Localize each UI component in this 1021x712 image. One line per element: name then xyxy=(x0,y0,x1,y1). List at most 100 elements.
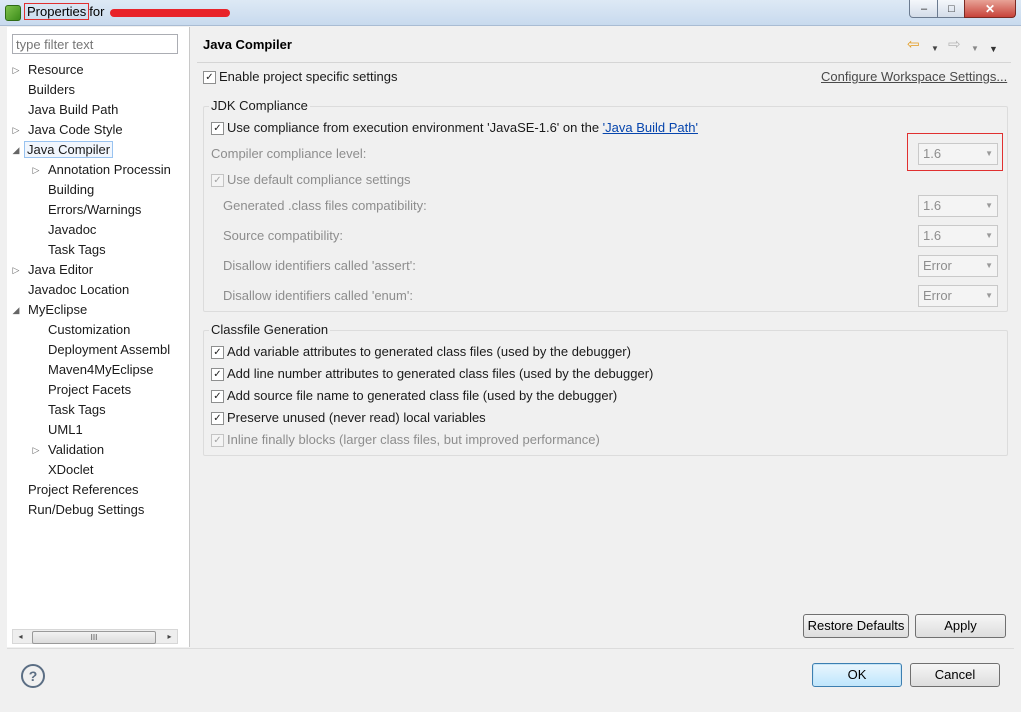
enable-project-settings-label: Enable project specific settings xyxy=(219,69,398,84)
classfile-option-checkbox[interactable]: ✓ xyxy=(211,434,224,447)
classfile-option-checkbox[interactable]: ✓ xyxy=(211,346,224,359)
tree-item-label: Deployment Assembl xyxy=(48,342,171,357)
tree-item[interactable]: Customization xyxy=(44,320,134,340)
view-menu-icon[interactable]: ▼ xyxy=(989,41,998,57)
classfile-option-checkbox[interactable]: ✓ xyxy=(211,368,224,381)
compliance-level-label: Compiler compliance level: xyxy=(211,146,367,161)
scroll-left-icon[interactable]: ◂ xyxy=(13,630,28,643)
tree-item[interactable]: ▷ Annotation Processin xyxy=(33,160,175,180)
back-dropdown-icon[interactable]: ▼ xyxy=(931,41,939,57)
classfile-option-label: Add source file name to generated class … xyxy=(227,388,618,403)
forward-arrow-icon[interactable]: ⇨ xyxy=(948,37,961,53)
tree-item[interactable]: Maven4MyEclipse xyxy=(44,360,158,380)
close-icon: ✕ xyxy=(984,1,996,16)
tree-item[interactable]: Javadoc Location xyxy=(24,280,133,300)
chevron-down-icon: ▼ xyxy=(985,201,993,210)
tree-item[interactable]: ▷ Resource xyxy=(13,60,88,80)
tree-item[interactable]: ◢ Java Compiler xyxy=(13,140,114,160)
tree-item-label: XDoclet xyxy=(48,462,94,477)
classfile-option-label: Add variable attributes to generated cla… xyxy=(227,344,631,359)
scroll-right-icon[interactable]: ▸ xyxy=(162,630,177,643)
collapsed-arrow-icon[interactable]: ▷ xyxy=(31,440,41,460)
tree-item[interactable]: ▷ Java Editor xyxy=(13,260,97,280)
collapsed-arrow-icon[interactable]: ▷ xyxy=(11,60,21,80)
tree-item-label: Resource xyxy=(28,62,84,77)
check-icon: ✓ xyxy=(213,123,222,134)
close-button[interactable]: ✕ xyxy=(964,0,1016,18)
tree-item[interactable]: Task Tags xyxy=(44,240,110,260)
tree-item[interactable]: Javadoc xyxy=(44,220,100,240)
tree-item-label: MyEclipse xyxy=(28,302,88,317)
tree-item[interactable]: ▷ Java Code Style xyxy=(13,120,127,140)
tree-item-label: Task Tags xyxy=(48,242,106,257)
tree-item-label: Task Tags xyxy=(48,402,106,417)
back-arrow-icon[interactable]: ⇦ xyxy=(907,37,920,53)
tree-item[interactable]: UML1 xyxy=(44,420,87,440)
configure-workspace-link[interactable]: Configure Workspace Settings... xyxy=(821,69,1007,85)
tree-item[interactable]: Project Facets xyxy=(44,380,135,400)
minimize-button[interactable]: – xyxy=(909,0,939,18)
jdk-setting-value: Error xyxy=(923,258,952,273)
use-compliance-checkbox[interactable]: ✓ xyxy=(211,122,224,135)
tree-item[interactable]: Errors/Warnings xyxy=(44,200,145,220)
tree-item-label: Java Build Path xyxy=(28,102,119,117)
tree-item-label: Javadoc Location xyxy=(28,282,130,297)
help-icon[interactable]: ? xyxy=(21,664,45,688)
jdk-setting-select[interactable]: 1.6 ▼ xyxy=(918,195,998,217)
tree-item[interactable]: ▷ Validation xyxy=(33,440,108,460)
filter-input[interactable] xyxy=(12,34,178,54)
tree-item-label: Annotation Processin xyxy=(48,162,171,177)
classfile-option-checkbox[interactable]: ✓ xyxy=(211,390,224,403)
chevron-down-icon: ▼ xyxy=(985,231,993,240)
java-build-path-link[interactable]: 'Java Build Path' xyxy=(603,120,698,135)
enable-project-settings-checkbox[interactable]: ✓ xyxy=(203,71,216,84)
classfile-option-label: Add line number attributes to generated … xyxy=(227,366,654,381)
collapsed-arrow-icon[interactable]: ▷ xyxy=(11,120,21,140)
jdk-setting-value: 1.6 xyxy=(923,228,942,243)
default-compliance-label: Use default compliance settings xyxy=(227,172,411,187)
tree-item[interactable]: Builders xyxy=(24,80,79,100)
tree-item-label: Customization xyxy=(48,322,131,337)
tree-item[interactable]: Project References xyxy=(24,480,143,500)
check-icon: ✓ xyxy=(213,175,222,186)
tree-item[interactable]: XDoclet xyxy=(44,460,98,480)
collapsed-arrow-icon[interactable]: ▷ xyxy=(11,260,21,280)
maximize-button[interactable]: □ xyxy=(937,0,966,18)
check-icon: ✓ xyxy=(213,369,222,380)
compliance-level-select[interactable]: 1.6 ▼ xyxy=(918,143,998,165)
collapsed-arrow-icon[interactable]: ▷ xyxy=(31,160,41,180)
scroll-thumb[interactable]: III xyxy=(32,631,156,644)
check-icon: ✓ xyxy=(213,435,222,446)
ok-button[interactable]: OK xyxy=(812,663,902,687)
tree-item[interactable]: ◢ MyEclipse xyxy=(13,300,91,320)
classfile-option-checkbox[interactable]: ✓ xyxy=(211,412,224,425)
tree-item[interactable]: Task Tags xyxy=(44,400,110,420)
tree-item-label: Building xyxy=(48,182,95,197)
tree-horizontal-scrollbar[interactable]: ◂ III ▸ xyxy=(12,629,178,644)
jdk-setting-select[interactable]: Error ▼ xyxy=(918,285,998,307)
classfile-generation-title: Classfile Generation xyxy=(209,322,331,338)
tree-item-label: Java Compiler xyxy=(24,141,114,158)
forward-dropdown-icon[interactable]: ▼ xyxy=(971,41,979,57)
page-title: Java Compiler xyxy=(203,37,292,52)
expanded-arrow-icon[interactable]: ◢ xyxy=(11,140,21,160)
tree-item[interactable]: Building xyxy=(44,180,98,200)
window-title: Properties for xyxy=(24,3,104,21)
apply-button[interactable]: Apply xyxy=(915,614,1006,638)
tree-item-label: Java Editor xyxy=(28,262,94,277)
jdk-compliance-title: JDK Compliance xyxy=(209,98,310,114)
tree-item[interactable]: Run/Debug Settings xyxy=(24,500,148,520)
use-compliance-label: Use compliance from execution environmen… xyxy=(227,120,698,136)
classfile-option-label: Inline finally blocks (larger class file… xyxy=(227,432,600,447)
jdk-setting-select[interactable]: Error ▼ xyxy=(918,255,998,277)
cancel-button[interactable]: Cancel xyxy=(910,663,1000,687)
check-icon: ✓ xyxy=(213,347,222,358)
maximize-icon: □ xyxy=(948,2,955,15)
restore-defaults-button[interactable]: Restore Defaults xyxy=(803,614,909,638)
title-rest: for xyxy=(89,4,105,19)
tree-item[interactable]: Deployment Assembl xyxy=(44,340,174,360)
tree-item[interactable]: Java Build Path xyxy=(24,100,122,120)
expanded-arrow-icon[interactable]: ◢ xyxy=(11,300,21,320)
default-compliance-checkbox[interactable]: ✓ xyxy=(211,174,224,187)
jdk-setting-select[interactable]: 1.6 ▼ xyxy=(918,225,998,247)
